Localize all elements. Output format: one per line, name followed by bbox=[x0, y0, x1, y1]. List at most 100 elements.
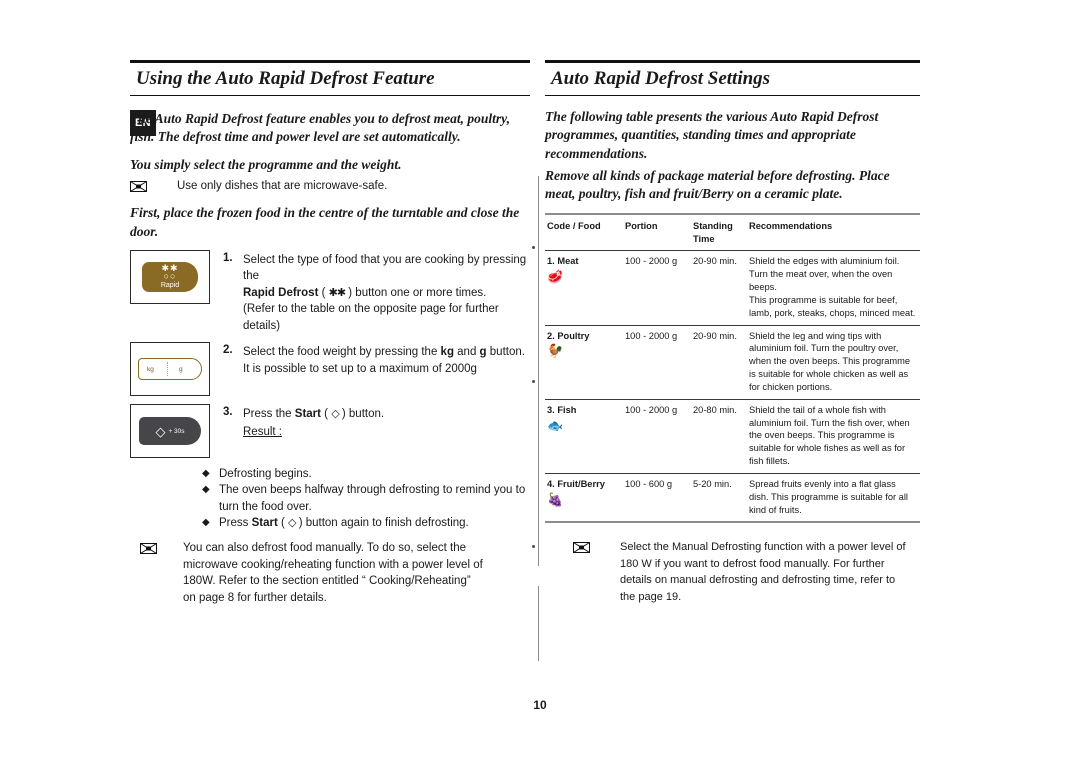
step-2-body: 2. Select the food weight by pressing th… bbox=[223, 342, 530, 396]
column-divider-lower bbox=[538, 586, 539, 661]
result-label: Result : bbox=[243, 426, 282, 439]
right-page-title: Auto Rapid Defrost Settings bbox=[551, 68, 771, 89]
start-glyph: ◇ bbox=[331, 408, 340, 421]
kg-g-button-illustration[interactable]: kg g bbox=[130, 342, 210, 397]
right-intro-paragraph-2: Remove all kinds of package material bef… bbox=[545, 168, 890, 202]
cell-code-food: 1. Meat 🥩 bbox=[545, 250, 623, 326]
table-row: 1. Meat 🥩 100 - 2000 g 20-90 min. Shield… bbox=[545, 250, 920, 326]
manual-defrost-note: You can also defrost food manually. To d… bbox=[130, 540, 530, 607]
result-item: ◆ The oven beeps halfway through defrost… bbox=[202, 482, 530, 514]
page-number: 10 bbox=[533, 698, 547, 712]
step-1-body: 1. Select the type of food that you are … bbox=[223, 250, 530, 334]
step-2-and: and bbox=[453, 346, 480, 359]
diamond-bullet-icon: ◆ bbox=[202, 468, 210, 480]
step-2-g-bold: g bbox=[479, 346, 487, 359]
kg-g-separator bbox=[167, 362, 168, 377]
step-2-kg-bold: kg bbox=[440, 346, 454, 359]
start-button[interactable]: ◇ + 30s bbox=[139, 417, 201, 446]
rapid-label: Rapid bbox=[160, 282, 180, 290]
left-intro-paragraph-2: You simply select the programme and the … bbox=[130, 156, 402, 172]
start-diamond-icon: ◇ bbox=[155, 423, 166, 439]
cell-recommendation: Shield the tail of a whole fish with alu… bbox=[747, 399, 920, 474]
microwave-safe-note: Use only dishes that are microwave-safe. bbox=[130, 178, 530, 194]
kg-label: kg bbox=[147, 365, 154, 373]
manual-page: EN Using the Auto Rapid Defrost Feature … bbox=[0, 0, 1080, 763]
table-header-row: Code / Food Portion Standing Time Recomm… bbox=[545, 212, 920, 252]
divider-dot bbox=[532, 545, 535, 548]
cell-portion: 100 - 600 g bbox=[623, 473, 691, 524]
result-item-text: Defrosting begins. bbox=[219, 468, 312, 481]
note-pointer-icon bbox=[573, 542, 590, 554]
food-code-label: 2. Poultry bbox=[547, 330, 590, 341]
fruit-berry-icon: 🍇 bbox=[547, 491, 564, 507]
step-3: ◇ + 30s 3. Press the Start ( ◇ ) button.… bbox=[130, 404, 530, 459]
step-3-line-1c: ) button. bbox=[338, 408, 385, 421]
result-3-prefix: Press bbox=[219, 516, 252, 529]
cell-code-food: 4. Fruit/Berry 🍇 bbox=[545, 473, 623, 524]
step-1: ✱✱ ○○ Rapid 1. Select the type of food t… bbox=[130, 249, 530, 334]
table-head: Code / Food Portion Standing Time Recomm… bbox=[545, 212, 920, 252]
left-column: Using the Auto Rapid Defrost Feature The… bbox=[130, 60, 530, 607]
step-2-line-1c: button. bbox=[486, 346, 525, 359]
step-2: kg g 2. Select the food weight by pressi… bbox=[130, 342, 530, 397]
column-divider bbox=[538, 176, 539, 566]
step-1-number: 1. bbox=[223, 251, 233, 264]
divider-dot bbox=[532, 380, 535, 383]
manual-defrost-note-text: You can also defrost food manually. To d… bbox=[183, 542, 483, 605]
step-3-number: 3. bbox=[223, 406, 233, 419]
cell-standing-time: 20-90 min. bbox=[691, 325, 747, 400]
cell-recommendation: Shield the edges with aluminium foil. Tu… bbox=[747, 250, 920, 326]
result-item: ◆ Press Start ( ◇ ) button again to fini… bbox=[202, 515, 530, 531]
step-2-line-2: It is possible to set up to a maximum of… bbox=[243, 362, 477, 375]
table-body: 1. Meat 🥩 100 - 2000 g 20-90 min. Shield… bbox=[545, 250, 920, 524]
note-pointer-icon bbox=[140, 543, 157, 555]
start-button-illustration[interactable]: ◇ + 30s bbox=[130, 404, 210, 459]
cell-recommendation: Shield the leg and wing tips with alumin… bbox=[747, 325, 920, 400]
start-plus30s-label: + 30s bbox=[168, 427, 185, 435]
step-3-start-bold: Start bbox=[294, 408, 321, 421]
food-code-label: 1. Meat bbox=[547, 256, 579, 267]
table-row: 3. Fish 🐟 100 - 2000 g 20-80 min. Shield… bbox=[545, 399, 920, 474]
step-1-bold-term: Rapid Defrost bbox=[243, 286, 319, 299]
col-header-portion: Portion bbox=[623, 212, 691, 252]
cell-code-food: 3. Fish 🐟 bbox=[545, 399, 623, 474]
divider-dot bbox=[532, 246, 535, 249]
cell-recommendation: Spread fruits evenly into a flat glass d… bbox=[747, 473, 920, 524]
rapid-defrost-glyph: ✱✱ bbox=[328, 286, 346, 299]
cell-code-food: 2. Poultry 🐓 bbox=[545, 325, 623, 400]
fish-icon: 🐟 bbox=[547, 417, 564, 433]
step-1-line-1: Select the type of food that you are coo… bbox=[243, 253, 527, 283]
cell-portion: 100 - 2000 g bbox=[623, 250, 691, 326]
result-item: ◆ Defrosting begins. bbox=[202, 466, 530, 482]
note-pointer-icon bbox=[130, 181, 147, 193]
table-row: 4. Fruit/Berry 🍇 100 - 600 g 5-20 min. S… bbox=[545, 473, 920, 524]
food-code-label: 3. Fish bbox=[547, 404, 577, 415]
left-page-title: Using the Auto Rapid Defrost Feature bbox=[136, 68, 435, 89]
result-3-suffix: ) button again to finish defrosting. bbox=[295, 516, 469, 529]
cell-standing-time: 20-80 min. bbox=[691, 399, 747, 474]
g-label: g bbox=[179, 365, 183, 373]
step-1-line-2-rest: ) button one or more times. bbox=[345, 286, 487, 299]
right-column: Auto Rapid Defrost Settings The followin… bbox=[545, 60, 920, 605]
col-header-standing-time: Standing Time bbox=[691, 212, 747, 252]
start-glyph: ◇ bbox=[288, 516, 297, 529]
diamond-bullet-icon: ◆ bbox=[202, 516, 210, 528]
col-header-code-food: Code / Food bbox=[545, 212, 623, 252]
left-intro-paragraph-1: The Auto Rapid Defrost feature enables y… bbox=[130, 111, 510, 145]
result-item-text: Press Start ( ◇ ) button again to finish… bbox=[219, 516, 469, 529]
poultry-icon: 🐓 bbox=[547, 343, 564, 359]
kg-g-button[interactable]: kg g bbox=[138, 358, 202, 381]
result-3-bold: Start bbox=[251, 516, 278, 529]
step-2-text: Select the food weight by pressing the k… bbox=[243, 344, 525, 377]
manual-defrosting-note: Select the Manual Defrosting function wi… bbox=[545, 539, 920, 605]
rapid-defrost-button[interactable]: ✱✱ ○○ Rapid bbox=[142, 261, 198, 292]
rapid-defrost-button-illustration[interactable]: ✱✱ ○○ Rapid bbox=[130, 249, 210, 304]
diamond-bullet-icon: ◆ bbox=[202, 484, 210, 496]
left-intro-paragraph-3: First, place the frozen food in the cent… bbox=[130, 205, 520, 239]
step-2-number: 2. bbox=[223, 344, 233, 357]
right-intro-paragraph-1: The following table presents the various… bbox=[545, 109, 879, 161]
left-heading-block: Using the Auto Rapid Defrost Feature bbox=[130, 60, 530, 96]
cell-portion: 100 - 2000 g bbox=[623, 399, 691, 474]
table-row: 2. Poultry 🐓 100 - 2000 g 20-90 min. Shi… bbox=[545, 325, 920, 400]
right-heading-block: Auto Rapid Defrost Settings bbox=[545, 60, 920, 96]
